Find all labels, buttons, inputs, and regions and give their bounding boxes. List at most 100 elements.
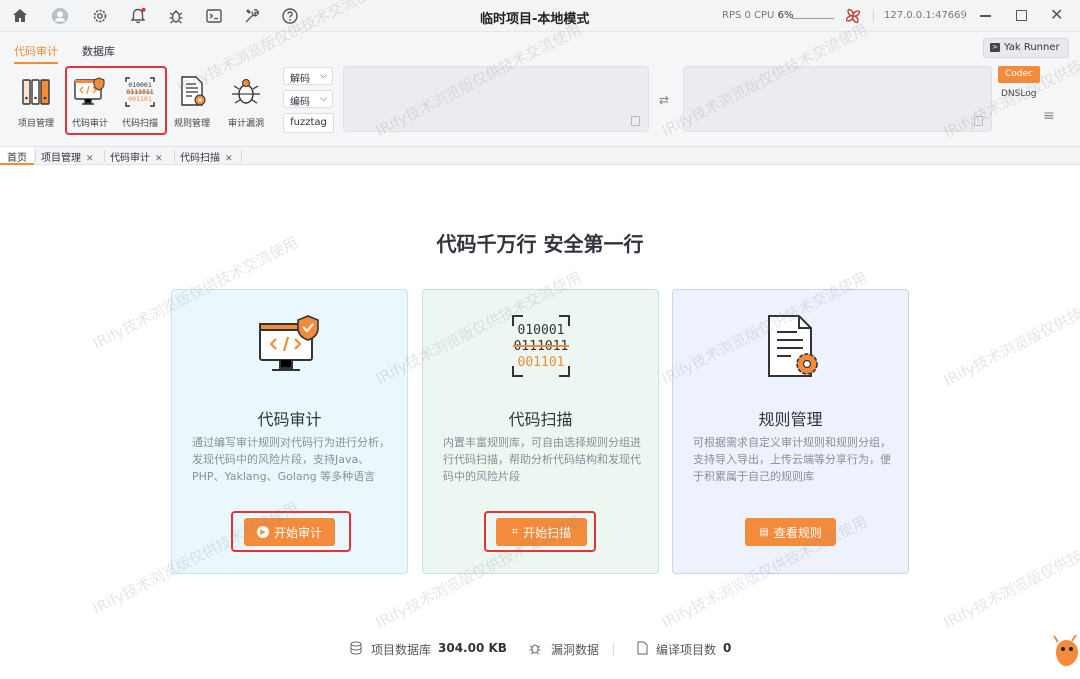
fuzztag-button[interactable]: fuzztag bbox=[283, 113, 334, 133]
footer-stats: 项目数据库 304.00 KB 漏洞数据 编译项目数 0 bbox=[0, 640, 1080, 658]
button-label: 查看规则 bbox=[773, 525, 822, 540]
bug-icon bbox=[528, 641, 541, 655]
decode-dropdown[interactable]: 解码 ⌵ bbox=[283, 67, 333, 85]
sort-icon[interactable]: ≡ bbox=[1043, 108, 1055, 124]
codec-button[interactable]: Codec bbox=[998, 66, 1040, 83]
close-icon[interactable]: ✕ bbox=[225, 154, 233, 164]
tool-label: 项目管理 bbox=[17, 119, 54, 129]
tab-separator bbox=[174, 150, 175, 162]
codec-output-area[interactable] bbox=[683, 66, 992, 132]
copy-icon[interactable] bbox=[631, 116, 640, 126]
swap-icon[interactable]: ⇄ bbox=[659, 93, 669, 107]
db-size-value: 304.00 KB bbox=[438, 641, 507, 655]
tab-label: 项目管理 bbox=[41, 153, 81, 164]
ribbon-tab-database[interactable]: 数据库 bbox=[82, 43, 115, 59]
separator bbox=[964, 9, 965, 23]
ribbon-tab-code-audit[interactable]: 代码审计 bbox=[14, 43, 58, 64]
tab-label: 首页 bbox=[7, 153, 27, 164]
rule-manage-icon bbox=[172, 72, 212, 112]
card-description: 通过编写审计规则对代码行为进行分析，发现代码中的风险片段，支持Java、PHP、… bbox=[192, 436, 390, 483]
chevron-down-icon: ⌵ bbox=[320, 94, 327, 104]
pinwheel-icon[interactable] bbox=[844, 7, 862, 25]
help-icon[interactable] bbox=[280, 6, 300, 26]
project-manage-icon bbox=[16, 72, 56, 112]
binary-line-1: 010001 bbox=[518, 323, 565, 338]
separator bbox=[613, 642, 614, 656]
tools-icon[interactable] bbox=[242, 6, 262, 26]
copy-icon[interactable] bbox=[974, 116, 983, 126]
title-bar: 临时项目-本地模式 RPS 0 CPU 6% 127.0.0.1:47669 ✕ bbox=[0, 0, 1080, 32]
address-label: 127.0.0.1:47669 bbox=[884, 10, 967, 21]
compile-label: 编译项目数 bbox=[656, 643, 717, 657]
card-title: 规则管理 bbox=[758, 410, 823, 429]
watermark: IRify技术浏览版仅供技术交流使用 bbox=[940, 512, 1080, 632]
tool-audit-bug[interactable]: 审计漏洞 bbox=[222, 72, 270, 132]
tool-label: 审计漏洞 bbox=[227, 119, 264, 129]
file-icon bbox=[636, 641, 648, 655]
encode-label: 编码 bbox=[290, 97, 310, 108]
tab-separator bbox=[104, 150, 105, 162]
code-scan-icon: 010001 0111011 001101 bbox=[503, 312, 579, 380]
window-title: 临时项目-本地模式 bbox=[480, 12, 590, 27]
decode-label: 解码 bbox=[290, 74, 310, 85]
card-description: 可根据需求自定义审计规则和规则分组，支持导入导出，上传云端等分享行为，便于积累属… bbox=[693, 436, 891, 483]
user-avatar-icon[interactable] bbox=[50, 6, 70, 26]
ribbon: 代码审计 数据库 项目管理 代码审计 010001 0111011 001101 代… bbox=[0, 32, 1080, 147]
mascot-icon[interactable] bbox=[1052, 632, 1080, 672]
tab-code-scan[interactable]: 代码扫描 ✕ bbox=[180, 147, 233, 165]
page-headline: 代码千万行 安全第一行 bbox=[436, 232, 644, 256]
tab-label: 代码扫描 bbox=[180, 153, 220, 164]
cpu-sparkline bbox=[792, 18, 834, 19]
bell-icon[interactable] bbox=[128, 6, 148, 26]
tab-home[interactable]: 首页 bbox=[0, 147, 34, 165]
codec-input-area[interactable] bbox=[343, 66, 649, 132]
dnslog-button[interactable]: DNSLog bbox=[1001, 89, 1036, 99]
close-icon[interactable]: ✕ bbox=[86, 154, 94, 164]
rps-label: RPS 0 CPU bbox=[722, 10, 775, 21]
close-button[interactable]: ✕ bbox=[1050, 5, 1063, 24]
gear-icon[interactable] bbox=[90, 6, 110, 26]
document-icon: ▤ bbox=[759, 526, 769, 538]
card-title: 代码审计 bbox=[257, 410, 322, 429]
bug-icon[interactable] bbox=[166, 6, 186, 26]
home-icon[interactable] bbox=[10, 6, 30, 26]
encode-dropdown[interactable]: 编码 ⌵ bbox=[283, 90, 333, 108]
card-description: 内置丰富规则库，可自由选择规则分组进行代码扫描，帮助分析代码结构和发现代码中的风… bbox=[443, 436, 641, 483]
terminal-icon[interactable] bbox=[204, 6, 224, 26]
page-tabs: 首页 项目管理 ✕ 代码审计 ✕ 代码扫描 ✕ bbox=[0, 147, 1080, 165]
minimize-button[interactable] bbox=[980, 15, 991, 17]
tab-project-manage[interactable]: 项目管理 ✕ bbox=[41, 147, 94, 165]
yak-runner-label: Yak Runner bbox=[1004, 42, 1060, 53]
view-rules-button[interactable]: ▤ 查看规则 bbox=[745, 518, 836, 546]
tab-separator bbox=[35, 150, 36, 162]
card-rule-manage: 规则管理 可根据需求自定义审计规则和规则分组，支持导入导出，上传云端等分享行为，… bbox=[672, 289, 909, 574]
watermark: IRify技术浏览版仅供技术交流使用 bbox=[940, 270, 1080, 390]
separator bbox=[873, 9, 874, 23]
maximize-button[interactable] bbox=[1016, 10, 1027, 21]
db-label: 项目数据库 bbox=[371, 643, 432, 657]
database-icon bbox=[350, 641, 362, 655]
binary-line-3: 001101 bbox=[518, 355, 565, 370]
code-audit-icon bbox=[252, 312, 328, 380]
tab-code-audit[interactable]: 代码审计 ✕ bbox=[110, 147, 163, 165]
rule-manage-icon bbox=[753, 312, 829, 380]
compile-count: 0 bbox=[723, 641, 732, 655]
card-title: 代码扫描 bbox=[508, 410, 573, 429]
chevron-down-icon: ⌵ bbox=[320, 71, 327, 81]
terminal-icon: > bbox=[990, 43, 1000, 52]
app-window: 临时项目-本地模式 RPS 0 CPU 6% 127.0.0.1:47669 ✕… bbox=[0, 0, 1080, 679]
audit-bug-icon bbox=[226, 72, 266, 112]
highlight-box bbox=[231, 511, 351, 552]
tool-project-manage[interactable]: 项目管理 bbox=[12, 72, 60, 132]
highlight-box bbox=[484, 511, 596, 552]
rps-cpu-label: RPS 0 CPU 6% bbox=[722, 10, 793, 21]
close-icon[interactable]: ✕ bbox=[155, 154, 163, 164]
tool-rule-manage[interactable]: 规则管理 bbox=[168, 72, 216, 132]
card-code-scan: 010001 0111011 001101 代码扫描 内置丰富规则库，可自由选择规则… bbox=[422, 289, 659, 574]
tab-separator bbox=[241, 150, 242, 162]
tab-label: 代码审计 bbox=[110, 153, 150, 164]
cpu-value: 6% bbox=[777, 10, 794, 21]
highlight-box bbox=[65, 66, 167, 135]
card-code-audit: 代码审计 通过编写审计规则对代码行为进行分析，发现代码中的风险片段，支持Java… bbox=[171, 289, 408, 574]
yak-runner-button[interactable]: > Yak Runner bbox=[983, 38, 1069, 58]
